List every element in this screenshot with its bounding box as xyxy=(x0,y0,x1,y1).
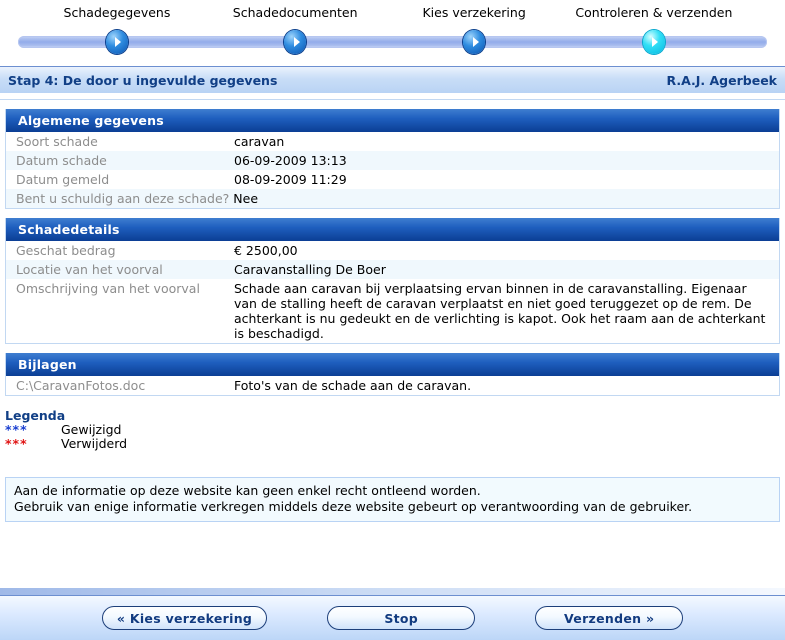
disclaimer-box: Aan de informatie op deze website kan ge… xyxy=(5,477,780,522)
row-label: C:\CaravanFotos.doc xyxy=(16,378,146,393)
row-label: Bent u schuldig aan deze schade? xyxy=(16,191,230,206)
table-row: C:\CaravanFotos.doc Foto's van de schade … xyxy=(6,376,779,395)
row-value: Caravanstalling De Boer xyxy=(234,262,386,277)
content-top-spacer xyxy=(0,100,785,109)
legenda-items: *** Gewijzigd *** Verwijderd xyxy=(5,423,785,451)
wizard-step-node-4[interactable] xyxy=(642,30,665,54)
wizard-step-label-2: Schadedocumenten xyxy=(232,5,358,20)
wizard-step-labels: Schadegegevens Schadedocumenten Kies verze… xyxy=(0,0,785,26)
step-bar: Stap 4: De door u ingevulde gegevens R.A… xyxy=(0,67,785,93)
chevron-right-icon xyxy=(642,30,665,54)
content-panels: Algemene gegevens Soort schade caravan Datu… xyxy=(0,109,785,396)
row-label: Soort schade xyxy=(16,134,98,149)
back-button[interactable]: « Kies verzekering xyxy=(101,606,268,630)
legenda-label: Gewijzigd xyxy=(61,422,122,437)
user-name: R.A.J. Agerbeek xyxy=(666,72,778,88)
table-row: Geschat bedrag € 2500,00 xyxy=(6,241,779,260)
row-value: 06-09-2009 13:13 xyxy=(234,153,347,168)
chevron-right-icon xyxy=(105,30,128,54)
panel: Schadedetails Geschat bedrag € 2500,00 Loca… xyxy=(5,218,780,344)
row-label: Datum schade xyxy=(16,153,107,168)
legenda-title: Legenda xyxy=(5,408,66,423)
row-label: Datum gemeld xyxy=(16,172,110,187)
legenda-marker: *** xyxy=(5,422,28,437)
row-value: caravan xyxy=(234,134,285,149)
row-label: Geschat bedrag xyxy=(16,243,116,258)
row-value: 08-09-2009 11:29 xyxy=(234,172,347,187)
disclaimer-line-2: Gebruik van enige informatie verkregen m… xyxy=(14,499,693,514)
wizard-step-node-3[interactable] xyxy=(463,30,486,54)
legenda-label: Verwijderd xyxy=(61,436,128,451)
chevron-glyph xyxy=(293,37,300,47)
panel: Algemene gegevens Soort schade caravan Datu… xyxy=(5,109,780,209)
legenda-item: *** Gewijzigd xyxy=(5,423,785,437)
chevron-glyph xyxy=(652,37,659,47)
legenda-marker: *** xyxy=(5,436,28,451)
row-label: Locatie van het voorval xyxy=(16,262,163,277)
row-label: Omschrijving van het voorval xyxy=(16,281,200,296)
panel-title: Schadedetails xyxy=(6,218,779,241)
step-title: Stap 4: De door u ingevulde gegevens xyxy=(8,72,278,88)
chevron-glyph xyxy=(115,37,122,47)
wizard-step-label-3: Kies verzekering xyxy=(422,5,526,20)
table-row: Locatie van het voorval Caravanstalling D… xyxy=(6,260,779,279)
table-row: Datum gemeld 08-09-2009 11:29 xyxy=(6,170,779,189)
wizard-step-node-2[interactable] xyxy=(284,30,307,54)
wizard-step-label-4: Controleren & verzenden xyxy=(575,5,733,20)
table-row: Omschrijving van het voorval Schade aan c… xyxy=(6,279,779,343)
row-value: Foto's van de schade aan de caravan. xyxy=(234,378,472,393)
wizard-step-label-1: Schadegegevens xyxy=(63,5,171,20)
chevron-right-icon xyxy=(463,30,486,54)
legenda: Legenda *** Gewijzigd *** Verwijderd xyxy=(0,405,785,451)
footer-gradient-rule xyxy=(0,588,785,595)
panel: Bijlagen C:\CaravanFotos.doc Foto's van de… xyxy=(5,353,780,396)
wizard-step-node-1[interactable] xyxy=(105,30,128,54)
stop-button[interactable]: Stop xyxy=(327,606,476,630)
row-value: Schade aan caravan bij verplaatsing erva… xyxy=(234,281,766,341)
disclaimer-line-1: Aan de informatie op deze website kan ge… xyxy=(14,483,481,498)
row-value: € 2500,00 xyxy=(234,243,298,258)
panel-title: Bijlagen xyxy=(6,353,779,376)
chevron-glyph xyxy=(472,37,479,47)
chevron-right-icon xyxy=(284,30,307,54)
table-row: Soort schade caravan xyxy=(6,132,779,151)
submit-button[interactable]: Verzenden » xyxy=(535,606,684,630)
disclaimer-wrap: Aan de informatie op deze website kan ge… xyxy=(0,477,785,522)
table-row: Datum schade 06-09-2009 13:13 xyxy=(6,151,779,170)
footer-button-bar: « Kies verzekering Stop Verzenden » xyxy=(0,596,785,640)
row-value: Nee xyxy=(233,191,259,206)
table-row: Bent u schuldig aan deze schade? Nee xyxy=(6,189,779,208)
panel-title: Algemene gegevens xyxy=(6,109,779,132)
legenda-item: *** Verwijderd xyxy=(5,437,785,451)
wizard-progress-tracker: Schadegegevens Schadedocumenten Kies verze… xyxy=(0,0,785,66)
